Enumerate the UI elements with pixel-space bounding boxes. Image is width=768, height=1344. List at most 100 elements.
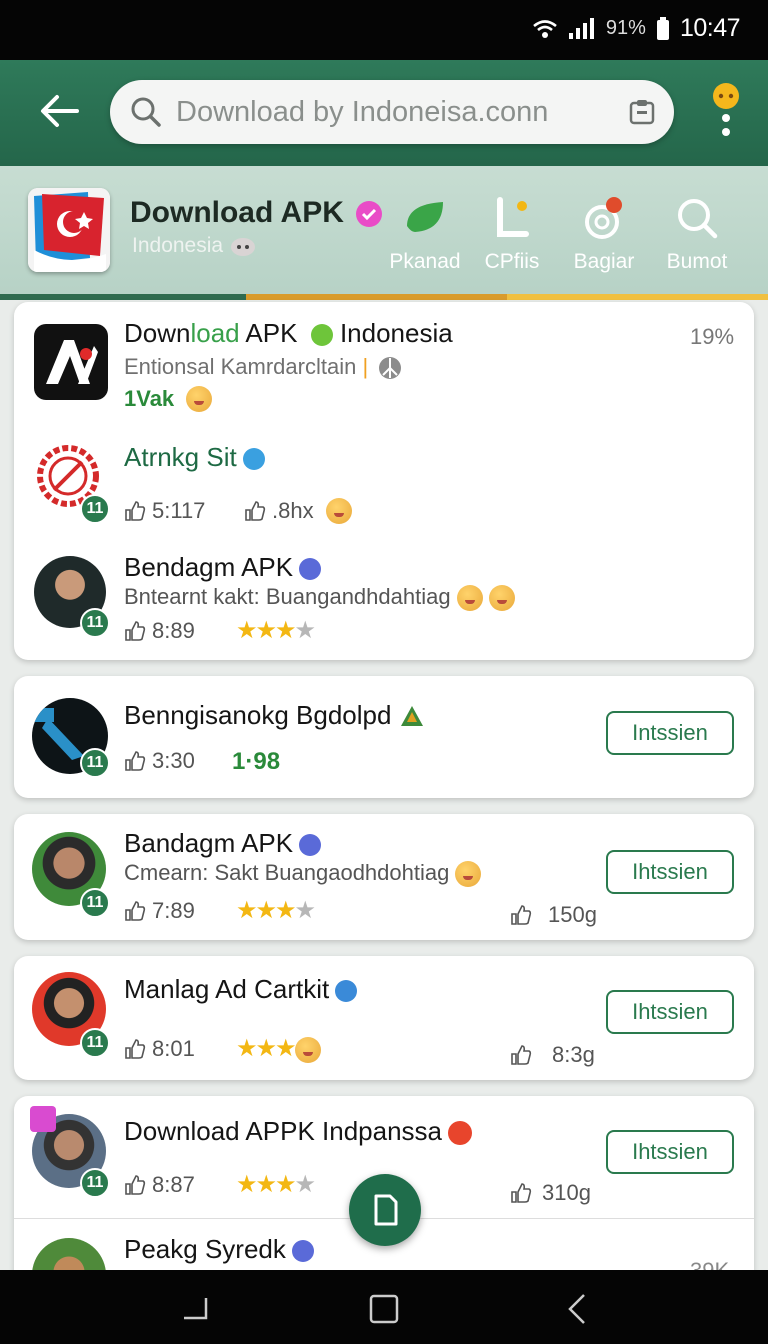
list-item[interactable]: 11 Bendagm APK Bntearnt kakt: Buangandhd… (14, 538, 754, 648)
emoji-icon (186, 386, 213, 412)
clock: 10:47 (679, 14, 741, 42)
item-title: Download APK Indonesia (124, 318, 453, 348)
share-icon (585, 197, 622, 239)
item-title: Bendagm APK (124, 552, 322, 583)
rating-value: 1·98 (232, 748, 281, 775)
verified-badge-icon (356, 201, 383, 228)
item-title: Benngisanokg Bgdolpd (124, 700, 425, 731)
install-button[interactable]: Intssien (606, 711, 734, 755)
category-pkanad[interactable]: Pkanad (380, 196, 470, 274)
category-label: Bumot (666, 250, 728, 273)
star-rating: ★★★★ (236, 617, 316, 644)
list-item[interactable]: Download APK Indonesia 19% Entionsal Kam… (14, 302, 754, 414)
star-rating: ★★★ (236, 1034, 321, 1063)
mascot-icon (230, 238, 255, 257)
app-title: Download APK (130, 196, 383, 230)
count-badge: 11 (80, 1168, 110, 1198)
chart-icon (497, 197, 529, 237)
verified-icon (299, 834, 322, 857)
alert-icon (448, 1121, 472, 1146)
search-bar[interactable]: Download by Indoneisa.conn (110, 80, 674, 144)
category-bagiar[interactable]: Bagiar (559, 196, 649, 274)
thumbs-up-icon (125, 501, 146, 521)
category-label: Bagiar (573, 250, 635, 273)
count-badge: 11 (80, 494, 110, 524)
search-icon (131, 97, 161, 127)
thumbs-up-icon (125, 621, 146, 641)
list-item[interactable]: 11 Atrnkg Sit 5:117 .8hx (14, 428, 754, 528)
thumbs-up-icon (511, 1183, 532, 1203)
category-bumot[interactable]: Bumot (652, 196, 742, 274)
tab-indicator (0, 294, 768, 300)
category-label: CPfiis (484, 250, 540, 273)
list-item[interactable]: 11 Bandagm APK Cmearn: Sakt Buangaodhdoh… (14, 814, 754, 940)
featured-card: Download APK Indonesia 19% Entionsal Kam… (14, 302, 754, 660)
verified-icon (291, 1240, 314, 1263)
peace-icon (379, 357, 402, 380)
likes-count: 5:117 (124, 498, 205, 524)
item-tag: 1Vak (124, 386, 213, 412)
download-size: 8:3g (510, 1042, 595, 1068)
search-input[interactable]: Download by Indoneisa.conn (176, 96, 628, 129)
home-icon[interactable] (367, 1292, 401, 1326)
count-badge: 11 (80, 888, 110, 918)
thumbs-up-icon (125, 1039, 146, 1059)
category-cpfiis[interactable]: CPfiis (467, 196, 557, 274)
star-rating: ★★★★ (236, 897, 316, 924)
download-size: 310g (510, 1180, 591, 1206)
back-icon[interactable] (562, 1292, 596, 1326)
install-button[interactable]: Ihtssien (606, 1130, 734, 1174)
clipboard-icon[interactable] (628, 98, 656, 126)
likes-count: 8:87 (124, 1172, 195, 1198)
item-description: Entionsal Kamrdarclt​ain | (124, 354, 402, 380)
verified-icon (299, 558, 322, 581)
category-label: Pkanad (389, 250, 461, 273)
emoji-icon (488, 585, 515, 612)
download-fab[interactable] (349, 1174, 421, 1246)
shares-count: .8hx (244, 498, 352, 524)
top-app-bar: Download by Indoneisa.conn (0, 60, 768, 166)
tag-icon (30, 1106, 56, 1132)
wifi-icon (533, 19, 557, 38)
emoji-icon (455, 861, 482, 888)
item-title: Atrnkg Sit (124, 442, 265, 473)
tree-icon (400, 706, 423, 727)
emoji-icon (456, 585, 483, 612)
app-subtitle: Indonesia (132, 234, 257, 258)
emoji-icon (325, 498, 352, 524)
install-button[interactable]: Ihtssien (606, 990, 734, 1034)
likes-count: 3:30 (124, 748, 195, 774)
count-badge: 11 (80, 1028, 110, 1058)
document-icon (374, 1194, 398, 1226)
arrow-left-icon (41, 95, 79, 127)
app-logo[interactable] (28, 188, 110, 272)
battery-text: 91% (605, 17, 646, 39)
thumbs-up-icon (125, 901, 146, 921)
search-icon (678, 199, 718, 239)
thumbs-up-icon (125, 751, 146, 771)
back-button[interactable] (34, 86, 84, 136)
status-icons: 91% 10:47 (532, 14, 741, 43)
verified-icon (242, 448, 265, 471)
flag-logo-icon (28, 188, 110, 272)
recents-icon[interactable] (178, 1292, 212, 1326)
app-icon (34, 324, 108, 400)
count-badge: 11 (80, 608, 110, 638)
app-header-strip: Download APK Indonesia Pkanad CPfiis Bag… (0, 166, 768, 294)
emoji-icon (294, 1036, 321, 1063)
thumbs-up-icon (125, 1175, 146, 1195)
download-size: 150g (510, 902, 597, 928)
thumbs-up-icon (511, 905, 532, 925)
likes-count: 8:01 (124, 1036, 195, 1062)
thumbs-up-icon (245, 501, 266, 521)
likes-count: 8:89 (124, 618, 195, 644)
battery-icon (656, 16, 669, 40)
item-title: Peakg Syredk (124, 1234, 314, 1265)
install-button[interactable]: Ihtssien (606, 850, 734, 894)
more-options-icon[interactable] (706, 82, 746, 152)
thumbs-up-icon (511, 1045, 532, 1065)
check-icon (310, 324, 333, 347)
list-item[interactable]: 11 Manlag Ad Cartkit 8:01 ★★★ 8:3g Ihtss… (14, 956, 754, 1080)
system-nav-bar (0, 1270, 768, 1344)
list-item[interactable]: 11 Benngisanokg Bgdolpd 3:30 1·98 Intssi… (14, 676, 754, 798)
